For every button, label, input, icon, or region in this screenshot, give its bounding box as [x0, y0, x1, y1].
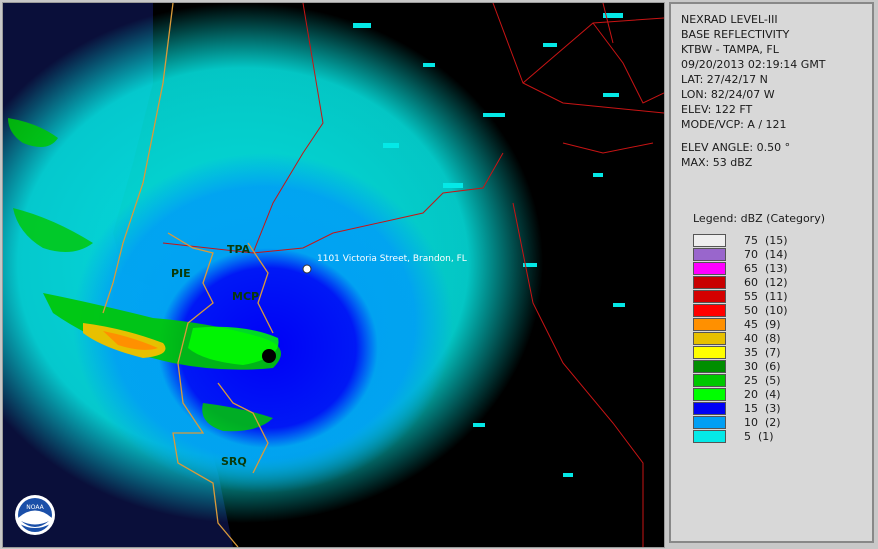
legend-item: 65 (13)	[693, 261, 862, 275]
city-label-srq: SRQ	[221, 455, 247, 468]
legend-item: 75 (15)	[693, 233, 862, 247]
legend-label: 25 (5)	[744, 373, 781, 387]
legend-swatch	[693, 401, 726, 415]
elevation: ELEV: 122 FT	[681, 103, 753, 116]
legend-label: 50 (10)	[744, 303, 788, 317]
legend-swatch	[693, 345, 726, 359]
legend-label: 75 (15)	[744, 233, 788, 247]
legend-swatch	[693, 275, 726, 289]
legend-swatch	[693, 317, 726, 331]
radar-site-icon	[262, 349, 276, 363]
svg-text:SRQ: SRQ	[221, 455, 247, 468]
legend-label: 10 (2)	[744, 415, 781, 429]
elevation-angle: ELEV ANGLE: 0.50 °	[681, 141, 791, 154]
info-panel: NEXRAD LEVEL-III BASE REFLECTIVITY KTBW …	[669, 2, 874, 543]
noaa-logo: NOAA	[15, 495, 55, 535]
legend-item: 15 (3)	[693, 401, 862, 415]
legend-label: 15 (3)	[744, 401, 781, 415]
legend-item: 40 (8)	[693, 331, 862, 345]
legend-label: 65 (13)	[744, 261, 788, 275]
legend-swatch	[693, 303, 726, 317]
legend-item: 10 (2)	[693, 415, 862, 429]
legend-label: 20 (4)	[744, 387, 781, 401]
legend-item: 20 (4)	[693, 387, 862, 401]
legend-swatch	[693, 233, 726, 247]
legend: 75 (15) 70 (14) 65 (13) 60 (12) 55 (11) 50 (1…	[681, 233, 862, 443]
legend-swatch	[693, 373, 726, 387]
radar-map[interactable]: TPA PIE MCP SRQ 1101 Victoria Street, Br…	[2, 2, 665, 548]
city-label-pie: PIE	[171, 267, 191, 280]
legend-item: 55 (11)	[693, 289, 862, 303]
svg-text:NOAA: NOAA	[26, 504, 44, 511]
legend-label: 45 (9)	[744, 317, 781, 331]
radar-map-canvas: TPA PIE MCP SRQ 1101 Victoria Street, Br…	[3, 3, 664, 547]
legend-item: 5 (1)	[693, 429, 862, 443]
legend-item: 30 (6)	[693, 359, 862, 373]
station-name: KTBW - TAMPA, FL	[681, 43, 779, 56]
latitude: LAT: 27/42/17 N	[681, 73, 768, 86]
longitude: LON: 82/24/07 W	[681, 88, 775, 101]
legend-item: 50 (10)	[693, 303, 862, 317]
legend-label: 60 (12)	[744, 275, 788, 289]
max-reflectivity: MAX: 53 dBZ	[681, 156, 753, 169]
legend-swatch	[693, 289, 726, 303]
legend-label: 35 (7)	[744, 345, 781, 359]
legend-swatch	[693, 331, 726, 345]
legend-swatch	[693, 359, 726, 373]
scan-datetime: 09/20/2013 02:19:14 GMT	[681, 58, 826, 71]
legend-label: 30 (6)	[744, 359, 781, 373]
location-marker-icon[interactable]	[302, 264, 312, 274]
legend-item: 25 (5)	[693, 373, 862, 387]
legend-label: 55 (11)	[744, 289, 788, 303]
legend-label: 70 (14)	[744, 247, 788, 261]
legend-label: 5 (1)	[744, 429, 774, 443]
svg-text:PIE: PIE	[171, 267, 191, 280]
product-name: NEXRAD LEVEL-III	[681, 13, 778, 26]
legend-swatch	[693, 415, 726, 429]
city-label-mcp: MCP	[232, 290, 259, 303]
legend-item: 70 (14)	[693, 247, 862, 261]
legend-swatch	[693, 387, 726, 401]
mode-vcp: MODE/VCP: A / 121	[681, 118, 787, 131]
legend-title: Legend: dBZ (Category)	[693, 212, 825, 225]
legend-item: 45 (9)	[693, 317, 862, 331]
svg-text:MCP: MCP	[232, 290, 259, 303]
product-type: BASE REFLECTIVITY	[681, 28, 790, 41]
legend-swatch	[693, 261, 726, 275]
legend-item: 60 (12)	[693, 275, 862, 289]
legend-item: 35 (7)	[693, 345, 862, 359]
location-label: 1101 Victoria Street, Brandon, FL	[317, 254, 467, 264]
svg-text:TPA: TPA	[227, 243, 251, 256]
legend-swatch	[693, 429, 726, 443]
legend-swatch	[693, 247, 726, 261]
legend-label: 40 (8)	[744, 331, 781, 345]
city-label-tpa: TPA	[227, 243, 251, 256]
